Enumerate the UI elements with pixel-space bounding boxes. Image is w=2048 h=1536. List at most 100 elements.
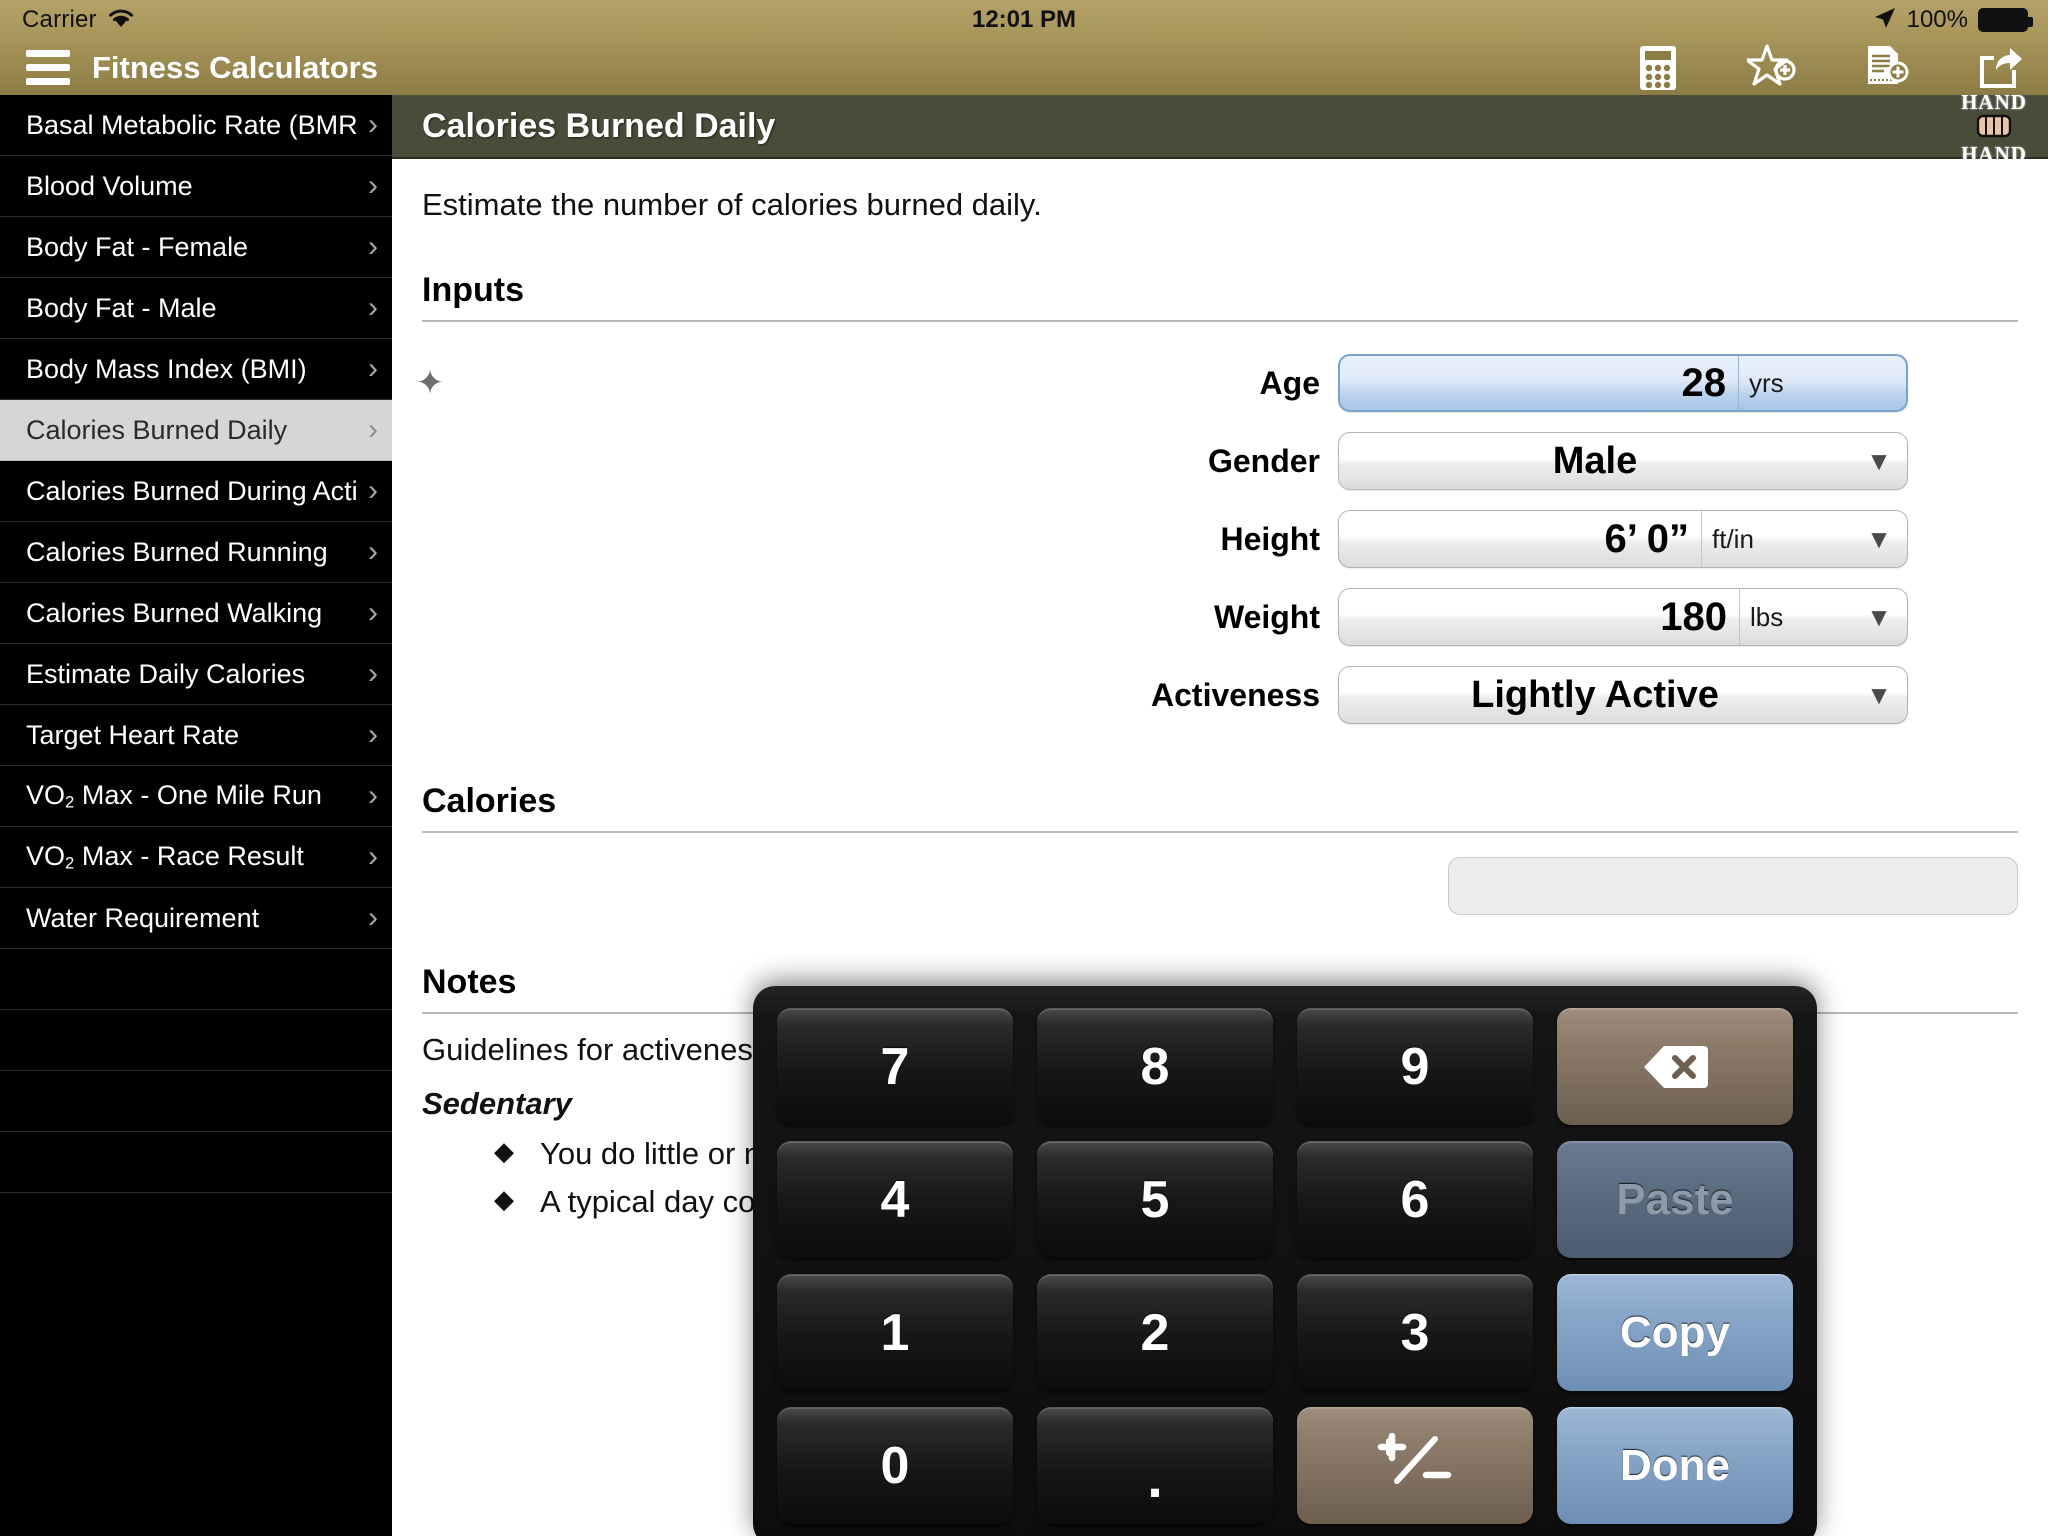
chevron-right-icon: › (368, 779, 378, 812)
sidebar-item-calories-burned-walking[interactable]: Calories Burned Walking › (0, 583, 392, 644)
numeric-keypad: 7 8 9 4 5 6 Paste 1 2 3 Copy 0. Done (753, 986, 1817, 1536)
top-toolbar (392, 40, 2048, 95)
sidebar-item-label: Body Mass Index (BMI) (26, 353, 307, 384)
sidebar-item-blood-volume[interactable]: Blood Volume › (0, 156, 392, 217)
sidebar-item-calories-burned-during-activity[interactable]: Calories Burned During Activity › (0, 461, 392, 522)
key-4[interactable]: 4 (777, 1141, 1013, 1258)
location-arrow-icon (1873, 6, 1897, 35)
key-2[interactable]: 2 (1037, 1274, 1273, 1391)
sidebar-list: Basal Metabolic Rate (BMR) › Blood Volume ›… (0, 95, 392, 1193)
paste-key[interactable]: Paste (1557, 1141, 1793, 1258)
brand-logo: HAND HAND (1948, 91, 2040, 164)
chevron-right-icon: › (368, 840, 378, 873)
sidebar-item-label: Calories Burned During Activity (26, 475, 358, 506)
calories-result-field[interactable] (1448, 857, 2018, 915)
share-icon[interactable] (1974, 42, 2026, 94)
chevron-right-icon: › (368, 474, 378, 507)
sparkle-icon[interactable]: ✦ (392, 363, 468, 403)
sidebar-item-label: Calories Burned Walking (26, 597, 323, 628)
input-label-weight: Weight (1213, 598, 1320, 635)
key-1[interactable]: 1 (777, 1274, 1013, 1391)
bullet-diamond-icon: ◆ (494, 1136, 514, 1166)
input-label-age: Age (1259, 364, 1320, 401)
key-9[interactable]: 9 (1297, 1008, 1533, 1125)
backspace-icon (1642, 1043, 1708, 1091)
input-row-activeness: Activeness Lightly Active ▼ (392, 656, 2048, 734)
input-label-activeness: Activeness (1151, 676, 1320, 713)
sidebar-item-estimate-daily-calories[interactable]: Estimate Daily Calories › (0, 644, 392, 705)
sidebar-item-basal-metabolic-rate-bmr[interactable]: Basal Metabolic Rate (BMR) › (0, 95, 392, 156)
sidebar-item-calories-burned-daily[interactable]: Calories Burned Daily › (0, 400, 392, 461)
chevron-down-icon[interactable]: ▼ (1851, 433, 1907, 489)
sidebar-title: Fitness Calculators (92, 49, 378, 85)
sidebar-item-water-requirement[interactable]: Water Requirement › (0, 888, 392, 949)
status-bar: Carrier 12:01 PM 100% (0, 0, 2048, 40)
page-title-bar: Calories Burned Daily HAND HAND (392, 91, 2048, 164)
input-field-gender[interactable]: Male ▼ (1338, 432, 1908, 490)
sidebar-item-vo2-max-race-result[interactable]: VO2 Max - Race Result › (0, 827, 392, 888)
chevron-right-icon: › (368, 291, 378, 324)
sidebar-item-label: Basal Metabolic Rate (BMR) (26, 109, 358, 140)
sidebar-empty-row (0, 1071, 392, 1132)
input-row-height: Height 6’ 0” ft/in ▼ (392, 500, 2048, 578)
calculator-icon[interactable] (1632, 42, 1684, 94)
fist-icon (1974, 113, 2014, 144)
sidebar-item-target-heart-rate[interactable]: Target Heart Rate › (0, 705, 392, 766)
field-spacer (1850, 356, 1906, 410)
plus-minus-icon (1373, 1432, 1457, 1500)
input-unit-weight[interactable]: lbs (1739, 589, 1851, 645)
sidebar-item-body-fat-female[interactable]: Body Fat - Female › (0, 217, 392, 278)
input-unit-age: yrs (1738, 356, 1850, 410)
sidebar-item-label: VO2 Max - Race Result (26, 840, 304, 873)
sidebar-item-label: VO2 Max - One Mile Run (26, 779, 322, 812)
copy-key[interactable]: Copy (1557, 1274, 1793, 1391)
add-favorite-star-icon[interactable] (1746, 42, 1798, 94)
page-title: Calories Burned Daily (422, 106, 776, 145)
sidebar-empty-row (0, 1132, 392, 1193)
input-label-height: Height (1220, 520, 1320, 557)
inputs-divider (422, 320, 2018, 322)
key-decimal[interactable]: . (1037, 1407, 1273, 1524)
brand-bottom-label: HAND (1961, 141, 2027, 166)
page-description: Estimate the number of calories burned d… (422, 187, 1042, 222)
sidebar-item-label: Calories Burned Daily (26, 414, 288, 445)
input-field-height[interactable]: 6’ 0” ft/in ▼ (1338, 510, 1908, 568)
add-note-icon[interactable] (1860, 42, 1912, 94)
input-row-weight: Weight 180 lbs ▼ (392, 578, 2048, 656)
plus-minus-key[interactable] (1297, 1407, 1533, 1524)
input-field-weight[interactable]: 180 lbs ▼ (1338, 588, 1908, 646)
input-field-activeness[interactable]: Lightly Active ▼ (1338, 666, 1908, 724)
input-row-gender: Gender Male ▼ (392, 422, 2048, 500)
chevron-right-icon: › (368, 596, 378, 629)
sidebar-item-body-fat-male[interactable]: Body Fat - Male › (0, 278, 392, 339)
chevron-right-icon: › (368, 657, 378, 690)
key-7[interactable]: 7 (777, 1008, 1013, 1125)
chevron-down-icon[interactable]: ▼ (1851, 589, 1907, 645)
chevron-right-icon: › (368, 108, 378, 141)
chevron-down-icon[interactable]: ▼ (1851, 511, 1907, 567)
hamburger-menu-icon[interactable] (26, 50, 70, 85)
sidebar-item-label: Body Fat - Female (26, 231, 249, 262)
backspace-key[interactable] (1557, 1008, 1793, 1125)
key-0[interactable]: 0 (777, 1407, 1013, 1524)
key-8[interactable]: 8 (1037, 1008, 1273, 1125)
done-key[interactable]: Done (1557, 1407, 1793, 1524)
sidebar-empty-row (0, 1010, 392, 1071)
sidebar-item-label: Blood Volume (26, 170, 193, 201)
bullet-diamond-icon: ◆ (494, 1184, 514, 1214)
calories-result-row (392, 857, 2048, 915)
key-5[interactable]: 5 (1037, 1141, 1273, 1258)
chevron-down-icon[interactable]: ▼ (1851, 667, 1907, 723)
inputs-section-heading: Inputs (422, 271, 524, 309)
input-field-age[interactable]: 28 yrs (1338, 354, 1908, 412)
key-3[interactable]: 3 (1297, 1274, 1533, 1391)
sidebar-item-vo2-max-one-mile-run[interactable]: VO2 Max - One Mile Run › (0, 766, 392, 827)
battery-percent-label: 100% (1906, 6, 1968, 33)
input-unit-height[interactable]: ft/in (1701, 511, 1851, 567)
sidebar-item-label: Target Heart Rate (26, 719, 240, 750)
key-6[interactable]: 6 (1297, 1141, 1533, 1258)
inputs-list: ✦ Age 28 yrs Gender Male ▼ Height 6’ 0” ft/in ▼ Wei… (392, 344, 2048, 734)
sidebar-item-body-mass-index-bmi[interactable]: Body Mass Index (BMI) › (0, 339, 392, 400)
sidebar-item-calories-burned-running[interactable]: Calories Burned Running › (0, 522, 392, 583)
sidebar: Fitness Calculators Basal Metabolic Rate… (0, 0, 392, 1536)
